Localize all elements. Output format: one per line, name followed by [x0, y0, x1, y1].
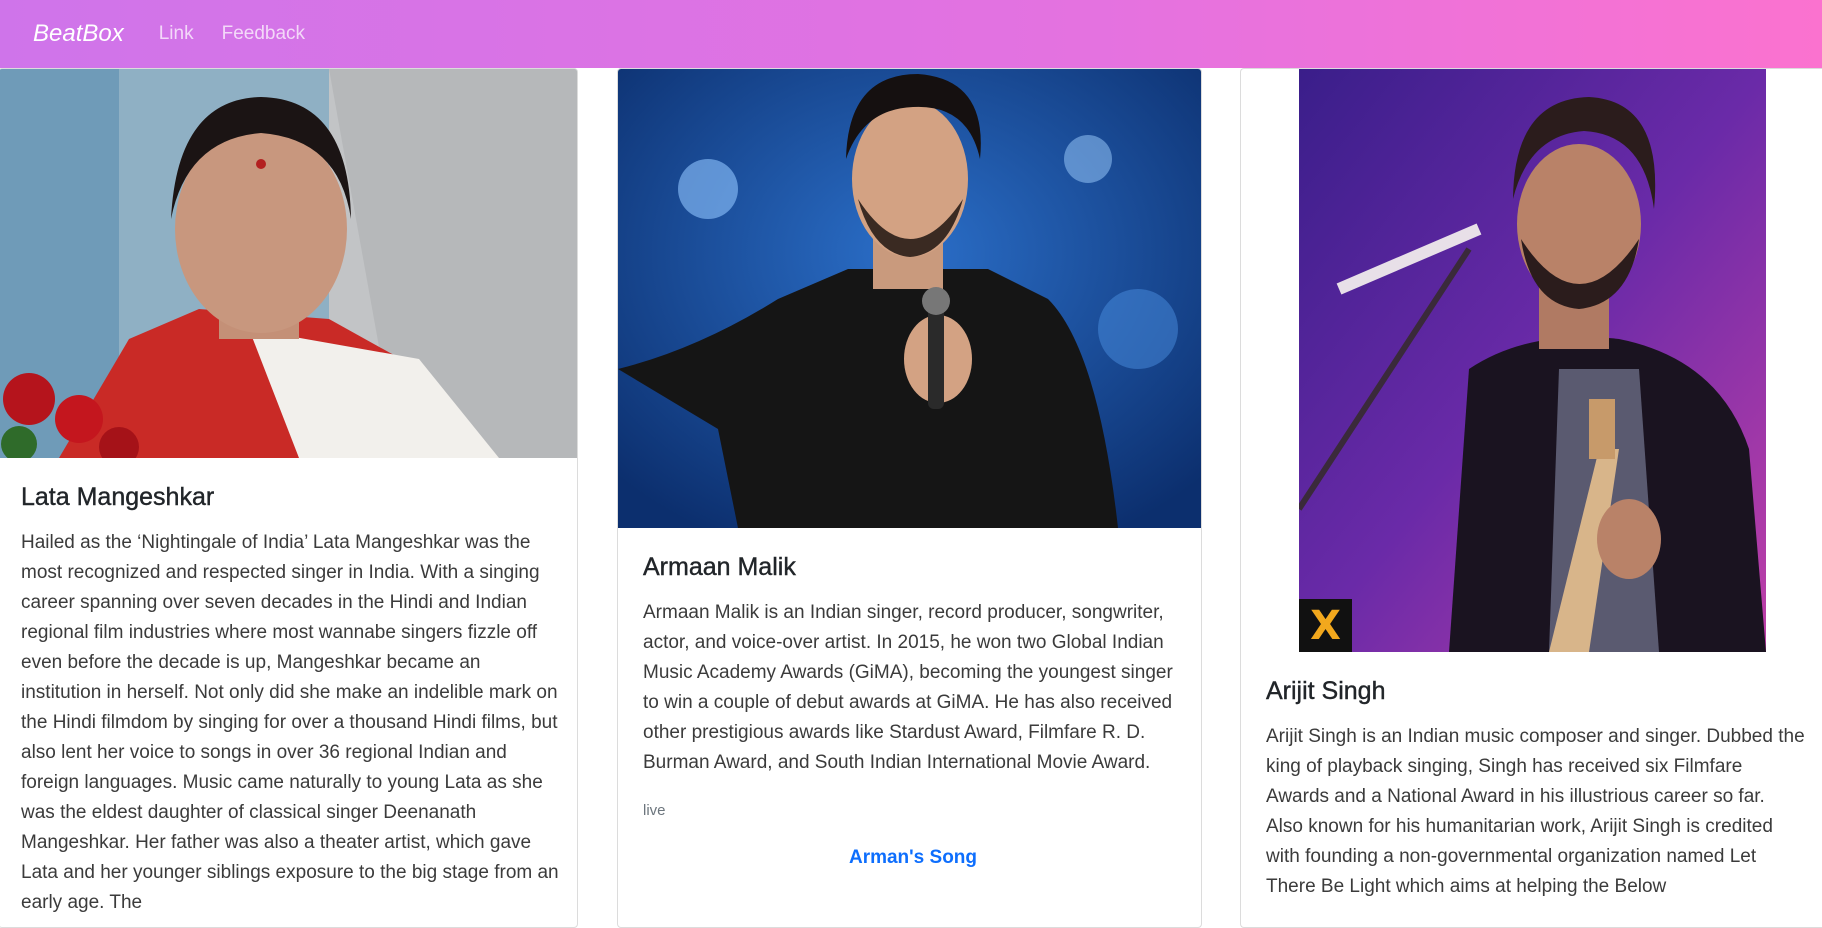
singer-bio: Hailed as the ‘Nightingale of India’ Lat… [21, 532, 559, 913]
singer-bio: Arijit Singh is an Indian music composer… [1266, 726, 1805, 897]
card-body-armaan: Armaan Malik Armaan Malik is an Indian s… [643, 553, 1183, 869]
card-body-lata: Lata Mangeshkar Hailed as the ‘Nightinga… [21, 483, 561, 918]
singer-card-arijit: X Arijit Singh Arijit Singh is an Indian… [1240, 68, 1822, 928]
brand-logo[interactable]: BeatBox [33, 20, 124, 48]
x-logo-icon: X [1299, 599, 1352, 652]
nav-link-link[interactable]: Link [159, 23, 194, 45]
singer-photo-arijit: X [1299, 69, 1766, 652]
navbar: BeatBox Link Feedback [0, 0, 1822, 68]
singer-bio: Armaan Malik is an Indian singer, record… [643, 602, 1173, 773]
card-body-arijit: Arijit Singh Arijit Singh is an Indian m… [1266, 677, 1806, 902]
singer-photo-lata [0, 69, 577, 458]
singer-card-lata: Lata Mangeshkar Hailed as the ‘Nightinga… [0, 68, 578, 928]
singer-card-armaan: Armaan Malik Armaan Malik is an Indian s… [617, 68, 1202, 928]
singer-name: Lata Mangeshkar [21, 483, 215, 511]
card-meta-text: live [643, 802, 666, 819]
singer-photo-armaan [618, 69, 1201, 528]
singer-name: Armaan Malik [643, 553, 796, 581]
nav-link-feedback[interactable]: Feedback [222, 23, 305, 45]
song-link[interactable]: Arman's Song [643, 847, 1183, 869]
singer-name: Arijit Singh [1266, 677, 1386, 705]
